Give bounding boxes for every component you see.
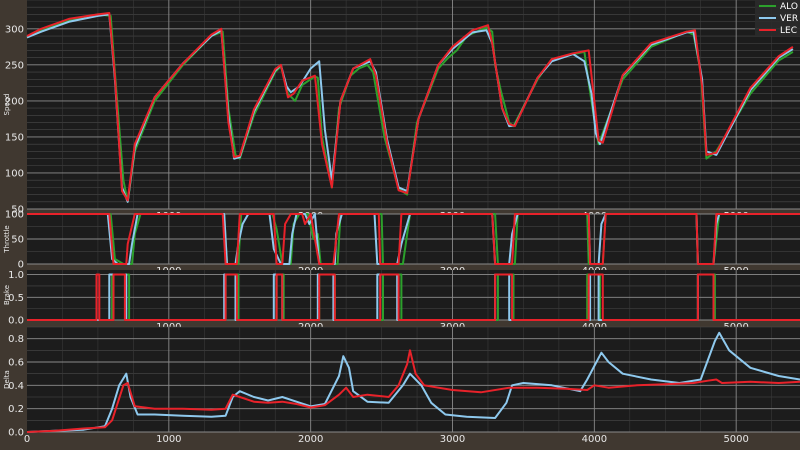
y-axis-label: Throttle	[3, 225, 11, 253]
y-axis-label: Delta	[3, 370, 11, 389]
panel-speed: 5010015020025030010002000300040005000Spe…	[3, 0, 800, 222]
y-tick-label: 0.0	[8, 428, 24, 439]
y-tick-label: 50	[11, 235, 24, 246]
legend-label-alo: ALO	[780, 2, 798, 12]
y-axis-label: Brake	[3, 285, 11, 305]
x-tick-label: 5000	[723, 434, 748, 445]
y-tick-label: 250	[5, 60, 24, 71]
plot-area	[27, 270, 800, 320]
plot-area	[27, 0, 800, 209]
legend: ALO VER LEC	[755, 0, 800, 36]
y-tick-label: 0.2	[8, 404, 24, 415]
telemetry-chart: 5010015020025030010002000300040005000Spe…	[3, 0, 800, 445]
y-tick-label: 150	[5, 132, 24, 143]
y-tick-label: 0	[18, 260, 24, 271]
panel-brake: 0.00.51.010002000300040005000Brake	[3, 270, 800, 333]
y-tick-label: 0.8	[8, 334, 24, 345]
x-tick-label: 1000	[156, 434, 181, 445]
y-tick-label: 0.6	[8, 358, 24, 369]
chart-panels: 5010015020025030010002000300040005000Spe…	[3, 0, 800, 445]
x-tick-label: 0	[24, 434, 30, 445]
y-tick-label: 300	[5, 24, 24, 35]
panel-throttle: 05010010002000300040005000Throttle	[3, 210, 800, 277]
x-tick-label: 4000	[582, 434, 607, 445]
y-tick-label: 0.0	[8, 316, 24, 327]
x-tick-label: 3000	[440, 434, 465, 445]
y-axis-label: Speed	[3, 94, 11, 116]
legend-label-ver: VER	[780, 14, 798, 24]
y-tick-label: 100	[5, 168, 24, 179]
x-tick-label: 2000	[298, 434, 323, 445]
y-tick-label: 100	[5, 210, 24, 221]
y-tick-label: 1.0	[8, 270, 24, 281]
panel-delta: 0.00.20.40.60.81000 2000 3000 4000 50000Delt…	[3, 326, 800, 445]
legend-label-lec: LEC	[780, 26, 797, 36]
plot-area	[27, 327, 800, 432]
